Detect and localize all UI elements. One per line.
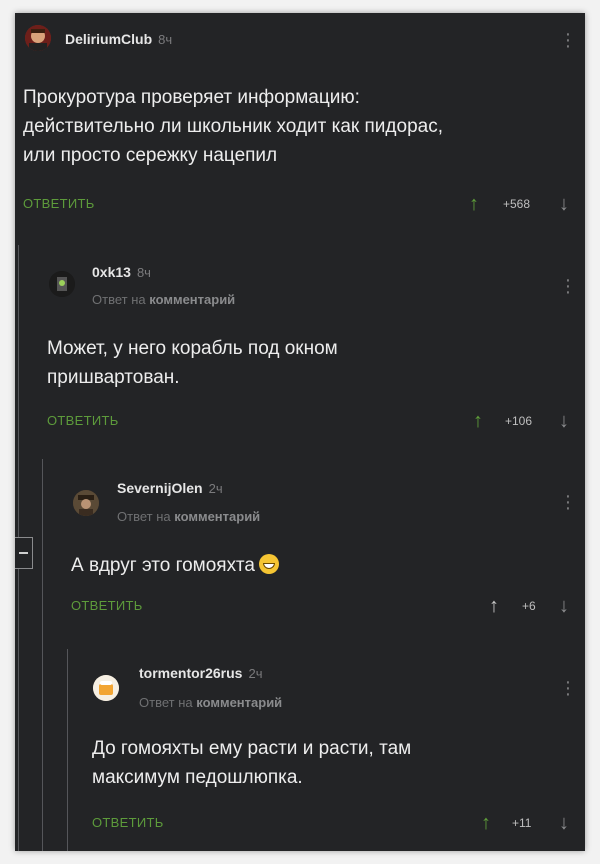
avatar[interactable]	[93, 675, 119, 701]
collapse-thread-button[interactable]	[15, 537, 33, 569]
username-text[interactable]: DeliriumClub	[65, 31, 152, 47]
username[interactable]: DeliriumClub 8ч	[65, 31, 172, 47]
comment-text: До гомояхты ему расти и расти, там макси…	[92, 738, 412, 788]
comment-thread: DeliriumClub 8ч · · · Прокуротура проверяет…	[15, 13, 585, 851]
reply-button[interactable]: ОТВЕТИТЬ	[92, 815, 164, 830]
comment-time: 2ч	[208, 481, 223, 496]
rating: +106	[505, 414, 533, 428]
comment-text: Может, у него корабль под окном пришварт…	[47, 338, 338, 388]
arrow-down-icon[interactable]: ↓	[559, 813, 569, 833]
reply-to-label: Ответ на комментарий	[117, 509, 260, 524]
reply-button[interactable]: ОТВЕТИТЬ	[23, 196, 95, 211]
reply-to-link[interactable]: комментарий	[196, 695, 282, 710]
arrow-down-icon[interactable]: ↓	[559, 194, 569, 214]
username[interactable]: tormentor26rus 2ч	[139, 665, 262, 681]
username-text[interactable]: 0xk13	[92, 264, 131, 280]
thread-line	[67, 649, 68, 851]
username-text[interactable]: tormentor26rus	[139, 665, 242, 681]
arrow-down-icon[interactable]: ↓	[559, 596, 569, 616]
reply-button[interactable]: ОТВЕТИТЬ	[47, 413, 119, 428]
reply-button[interactable]: ОТВЕТИТЬ	[71, 598, 143, 613]
arrow-up-icon[interactable]: ↑	[473, 411, 483, 431]
rating: +6	[522, 599, 536, 613]
reply-to-label: Ответ на комментарий	[92, 292, 235, 307]
arrow-up-icon[interactable]: ↑	[469, 194, 479, 214]
grinning-face-icon	[258, 554, 279, 574]
more-vertical-icon[interactable]: · · ·	[563, 270, 573, 302]
comment-text: Прокуротура проверяет информацию: действ…	[23, 87, 443, 166]
more-vertical-icon[interactable]: · · ·	[563, 672, 573, 704]
arrow-up-icon[interactable]: ↑	[481, 813, 491, 833]
avatar[interactable]	[25, 25, 51, 51]
comment-text: А вдруг это гомояхта	[71, 551, 551, 580]
reply-to-prefix: Ответ на	[117, 509, 171, 524]
arrow-up-icon[interactable]: ↑	[489, 596, 499, 616]
reply-to-link[interactable]: комментарий	[174, 509, 260, 524]
rating: +11	[512, 816, 532, 830]
comment-text-content: А вдруг это гомояхта	[71, 555, 255, 576]
reply-to-prefix: Ответ на	[139, 695, 193, 710]
avatar[interactable]	[49, 271, 75, 297]
avatar[interactable]	[73, 490, 99, 516]
comment-time: 8ч	[158, 32, 173, 47]
reply-to-prefix: Ответ на	[92, 292, 146, 307]
username[interactable]: 0xk13 8ч	[92, 264, 151, 280]
reply-to-label: Ответ на комментарий	[139, 695, 282, 710]
comment-time: 8ч	[136, 265, 151, 280]
thread-line	[42, 459, 43, 851]
arrow-down-icon[interactable]: ↓	[559, 411, 569, 431]
more-vertical-icon[interactable]: · · ·	[563, 486, 573, 518]
rating: +568	[503, 197, 531, 211]
username-text[interactable]: SevernijOlen	[117, 480, 203, 496]
comment-time: 2ч	[248, 666, 263, 681]
reply-to-link[interactable]: комментарий	[149, 292, 235, 307]
username[interactable]: SevernijOlen 2ч	[117, 480, 223, 496]
more-vertical-icon[interactable]: · · ·	[563, 24, 573, 56]
